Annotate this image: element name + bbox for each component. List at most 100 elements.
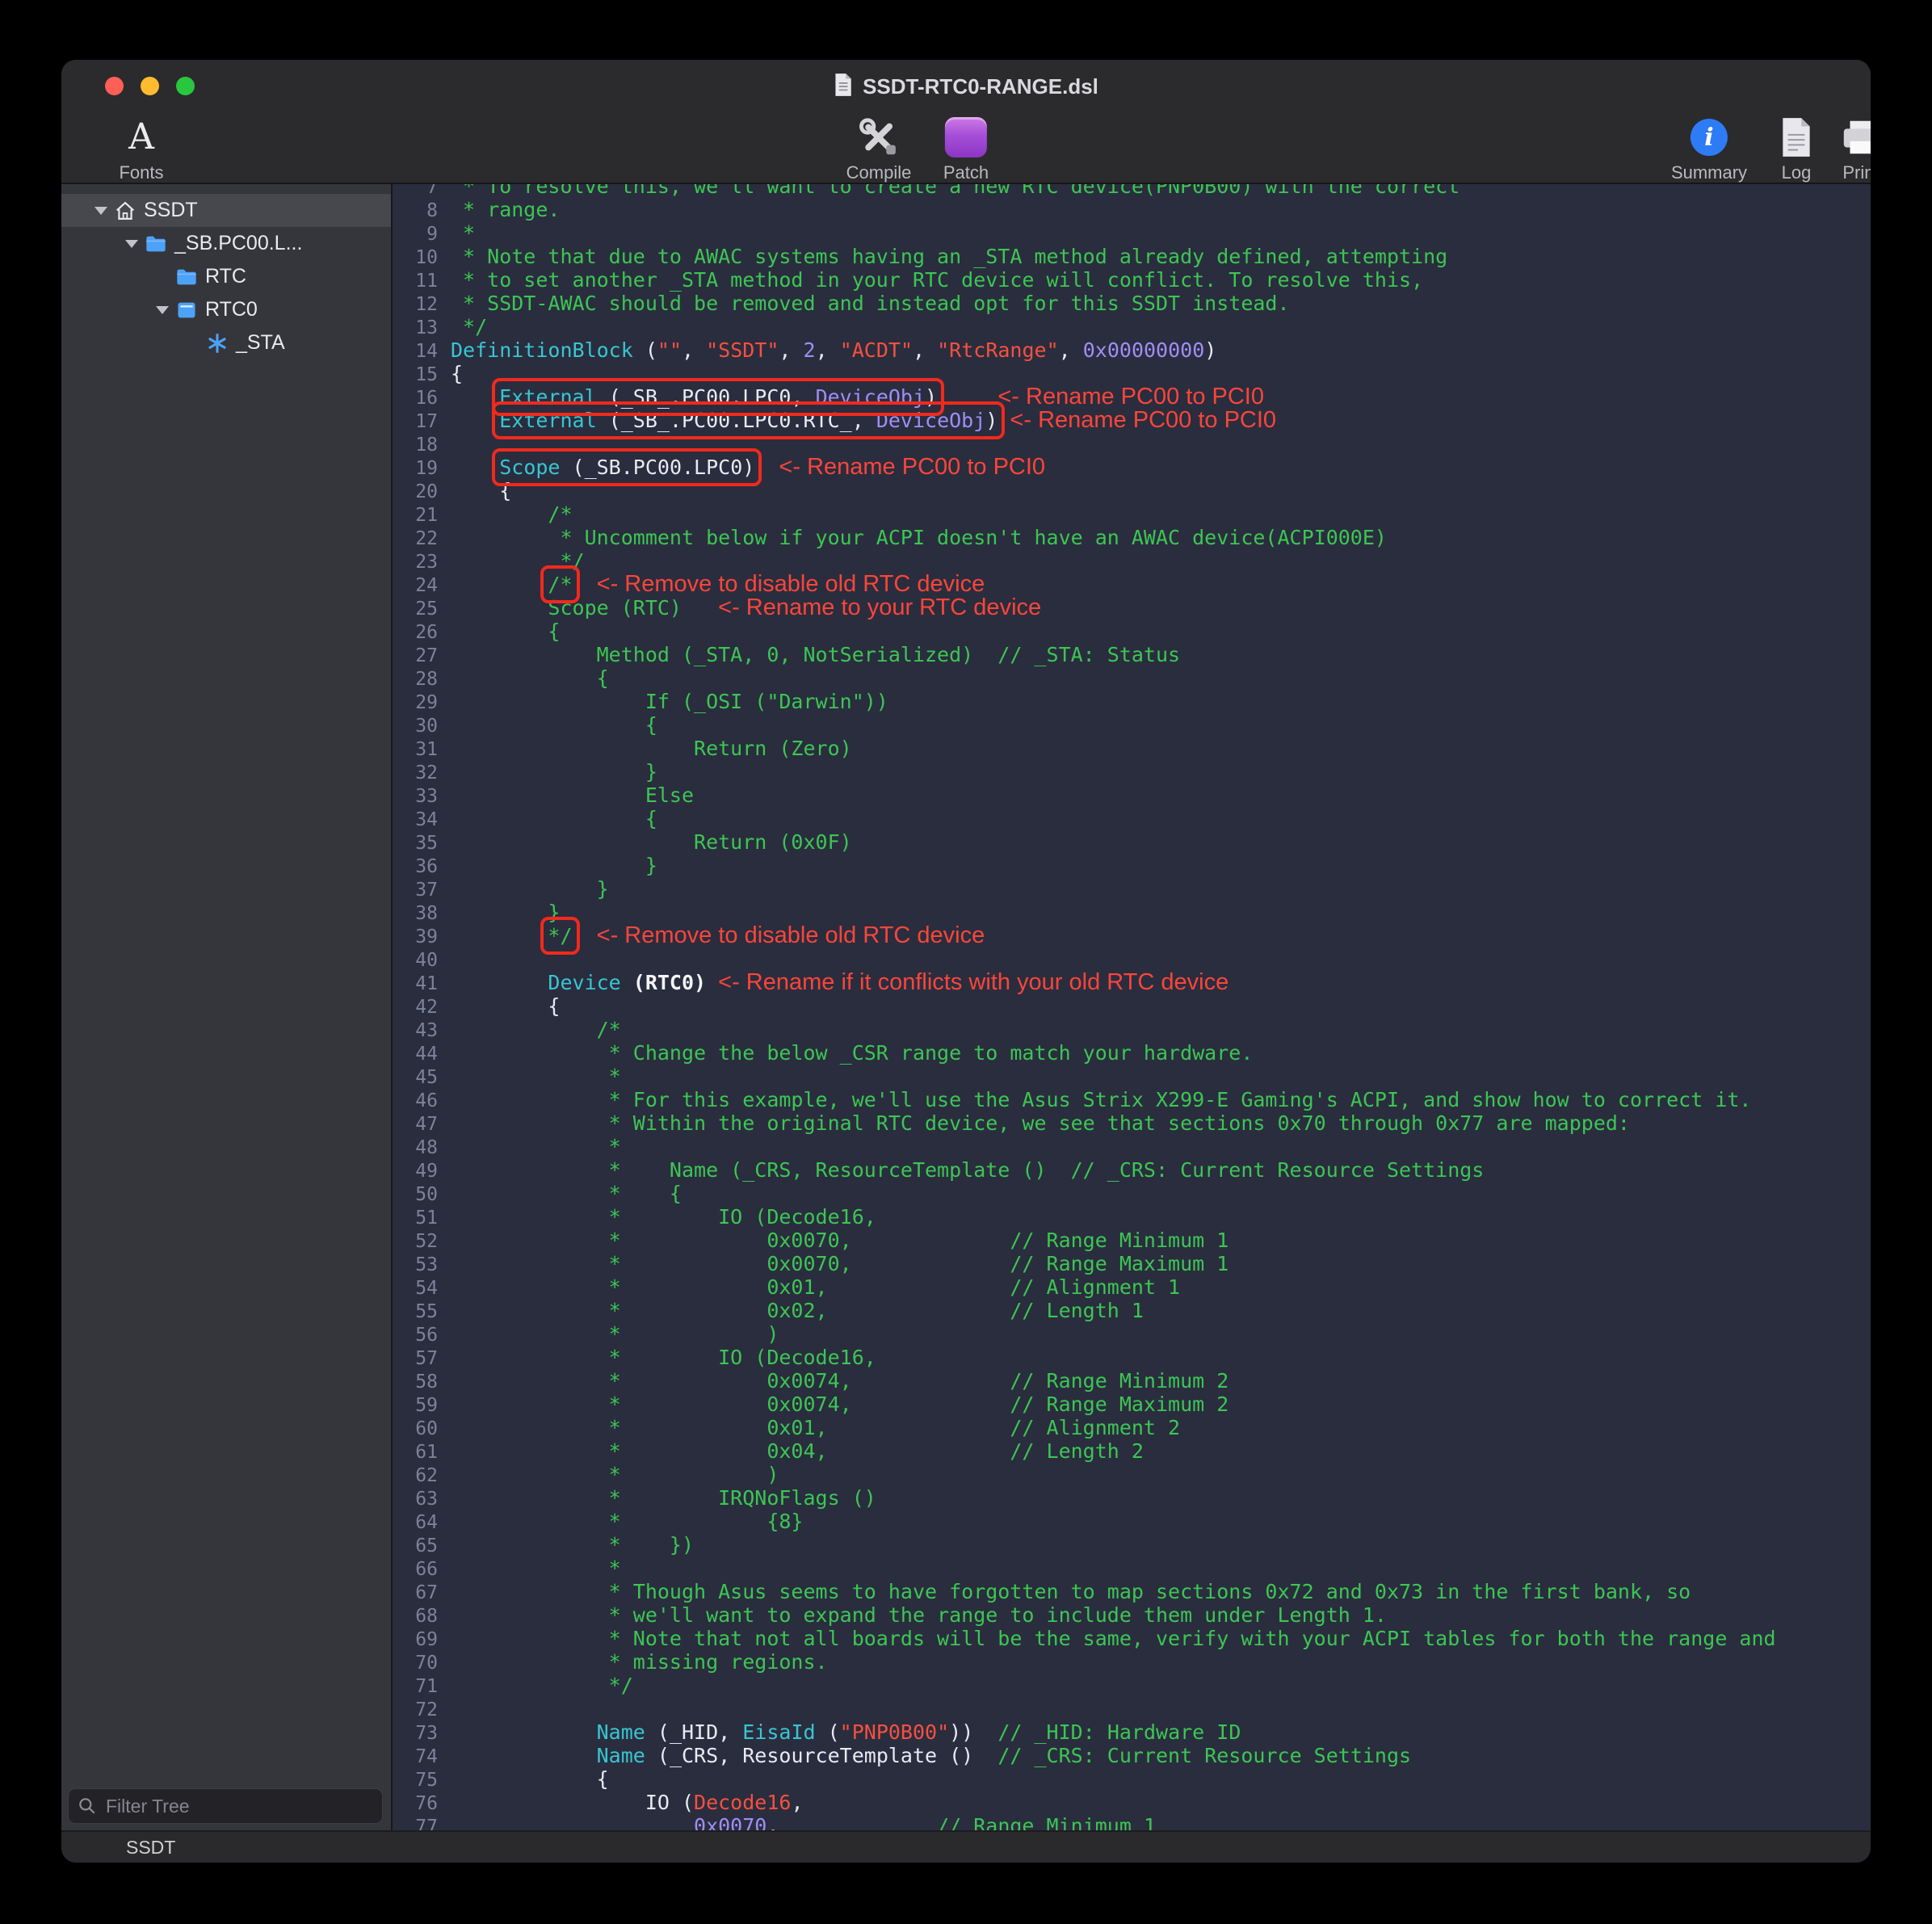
code-line[interactable]: 65 * }) <box>393 1533 1871 1556</box>
code-line[interactable]: 64 * {8} <box>393 1510 1871 1533</box>
code-line[interactable]: 42 { <box>393 994 1871 1018</box>
code-line[interactable]: 72 <box>393 1697 1871 1720</box>
code-line[interactable]: 75 { <box>393 1767 1871 1791</box>
code-line[interactable]: 54 * 0x01, // Alignment 1 <box>393 1275 1871 1299</box>
code-line[interactable]: 41 Device (RTC0) <- Rename if it conflic… <box>393 971 1871 994</box>
sidebar-item-ssdt[interactable]: SSDT <box>61 194 391 227</box>
code-line[interactable]: 73 Name (_HID, EisaId ("PNP0B00")) // _H… <box>393 1720 1871 1744</box>
code-line[interactable]: 66 * <box>393 1556 1871 1580</box>
chevron-down-icon[interactable] <box>90 207 111 215</box>
code-line[interactable]: 76 IO (Decode16, <box>393 1791 1871 1814</box>
print-button[interactable]: Print <box>1839 116 1871 183</box>
code-line[interactable]: 29 If (_OSI ("Darwin")) <box>393 690 1871 713</box>
code-line[interactable]: 28 { <box>393 666 1871 690</box>
code-line[interactable]: 39 */ <- Remove to disable old RTC devic… <box>393 924 1871 947</box>
line-number: 31 <box>393 738 451 762</box>
editor[interactable]: 7 * To resolve this, we'll want to creat… <box>393 184 1871 1830</box>
code-line[interactable]: 57 * IO (Decode16, <box>393 1346 1871 1369</box>
code-line[interactable]: 15{ <box>393 362 1871 385</box>
code-line[interactable]: 60 * 0x01, // Alignment 2 <box>393 1416 1871 1439</box>
code-line[interactable]: 23 */ <box>393 549 1871 573</box>
code-line[interactable]: 49 * Name (_CRS, ResourceTemplate () // … <box>393 1158 1871 1182</box>
code-line[interactable]: 59 * 0x0074, // Range Maximum 2 <box>393 1393 1871 1416</box>
patch-button[interactable]: Patch <box>943 116 989 183</box>
code-line[interactable]: 25 Scope (RTC) <- Rename to your RTC dev… <box>393 596 1871 620</box>
code-line[interactable]: 44 * Change the below _CSR range to matc… <box>393 1041 1871 1065</box>
code-line[interactable]: 48 * <box>393 1135 1871 1158</box>
log-button[interactable]: Log <box>1779 116 1813 183</box>
code-line[interactable]: 14DefinitionBlock ("", "SSDT", 2, "ACDT"… <box>393 338 1871 362</box>
code-line[interactable]: 12 * SSDT-AWAC should be removed and ins… <box>393 292 1871 315</box>
code-line[interactable]: 11 * to set another _STA method in your … <box>393 268 1871 292</box>
code-line[interactable]: 71 */ <box>393 1674 1871 1697</box>
chevron-down-icon[interactable] <box>121 240 142 248</box>
close-button[interactable] <box>105 77 124 95</box>
code-text: * range. <box>451 198 560 221</box>
code-line[interactable]: 47 * Within the original RTC device, we … <box>393 1111 1871 1135</box>
sidebar-item-sb-pc00-l[interactable]: _SB.PC00.L... <box>61 227 391 260</box>
code-line[interactable]: 18 <box>393 432 1871 456</box>
code-line[interactable]: 19 Scope (_SB.PC00.LPC0) <- Rename PC00 … <box>393 456 1871 479</box>
code-line[interactable]: 52 * 0x0070, // Range Minimum 1 <box>393 1229 1871 1252</box>
filter-tree-field[interactable] <box>68 1788 383 1824</box>
code-line[interactable]: 31 Return (Zero) <box>393 737 1871 760</box>
code-line[interactable]: 13 */ <box>393 315 1871 338</box>
minimize-button[interactable] <box>141 77 159 95</box>
code-line[interactable]: 58 * 0x0074, // Range Minimum 2 <box>393 1369 1871 1393</box>
annotation-box: */ <box>548 924 572 947</box>
code-line[interactable]: 69 * Note that not all boards will be th… <box>393 1627 1871 1650</box>
code-line[interactable]: 77 0x0070, // Range Minimum 1 <box>393 1814 1871 1830</box>
code-line[interactable]: 24 /* <- Remove to disable old RTC devic… <box>393 573 1871 596</box>
code-line[interactable]: 27 Method (_STA, 0, NotSerialized) // _S… <box>393 643 1871 666</box>
line-number: 30 <box>393 715 451 738</box>
code-line[interactable]: 74 Name (_CRS, ResourceTemplate () // _C… <box>393 1744 1871 1767</box>
compile-button[interactable]: Compile <box>846 116 912 183</box>
code-line[interactable]: 34 { <box>393 807 1871 830</box>
code-line[interactable]: 9 * <box>393 221 1871 245</box>
filter-tree-input[interactable] <box>104 1795 382 1818</box>
code-line[interactable]: 20 { <box>393 479 1871 502</box>
code-line[interactable]: 26 { <box>393 620 1871 643</box>
code-line[interactable]: 21 /* <box>393 502 1871 526</box>
code-line[interactable]: 68 * we'll want to expand the range to i… <box>393 1603 1871 1627</box>
code-line[interactable]: 62 * ) <box>393 1463 1871 1486</box>
code-line[interactable]: 40 <box>393 947 1871 971</box>
code-line[interactable]: 50 * { <box>393 1182 1871 1205</box>
code-text: * 0x0074, // Range Maximum 2 <box>451 1393 1228 1416</box>
code-line[interactable]: 7 * To resolve this, we'll want to creat… <box>393 184 1871 198</box>
summary-button[interactable]: i Summary <box>1671 116 1747 183</box>
code-line[interactable]: 53 * 0x0070, // Range Maximum 1 <box>393 1252 1871 1275</box>
code-text: } <box>451 854 657 877</box>
line-number: 73 <box>393 1722 451 1745</box>
sidebar-item-rtc0[interactable]: RTC0 <box>61 293 391 326</box>
code-line[interactable]: 51 * IO (Decode16, <box>393 1205 1871 1229</box>
chevron-down-icon[interactable] <box>152 306 173 314</box>
code-line[interactable]: 33 Else <box>393 783 1871 807</box>
code-line[interactable]: 10 * Note that due to AWAC systems havin… <box>393 245 1871 268</box>
annotation-box: Scope (_SB.PC00.LPC0) <box>499 456 754 479</box>
code-line[interactable]: 38 } <box>393 901 1871 924</box>
code-line[interactable]: 61 * 0x04, // Length 2 <box>393 1439 1871 1463</box>
code-line[interactable]: 45 * <box>393 1065 1871 1088</box>
code-line[interactable]: 55 * 0x02, // Length 1 <box>393 1299 1871 1322</box>
code-line[interactable]: 67 * Though Asus seems to have forgotten… <box>393 1580 1871 1603</box>
code-line[interactable]: 8 * range. <box>393 198 1871 221</box>
code-line[interactable]: 35 Return (0x0F) <box>393 830 1871 854</box>
method-icon <box>204 332 231 355</box>
code-line[interactable]: 63 * IRQNoFlags () <box>393 1486 1871 1510</box>
code-line[interactable]: 56 * ) <box>393 1322 1871 1346</box>
code-line[interactable]: 30 { <box>393 713 1871 737</box>
code-line[interactable]: 37 } <box>393 877 1871 901</box>
code-line[interactable]: 16 External (_SB_.PC00.LPC0, DeviceObj) … <box>393 385 1871 409</box>
code-line[interactable]: 36 } <box>393 854 1871 877</box>
sidebar-item-rtc[interactable]: RTC <box>61 260 391 293</box>
code-line[interactable]: 46 * For this example, we'll use the Asu… <box>393 1088 1871 1111</box>
zoom-button[interactable] <box>176 77 195 95</box>
sidebar-item-sta[interactable]: _STA <box>61 326 391 359</box>
code-line[interactable]: 70 * missing regions. <box>393 1650 1871 1674</box>
code-line[interactable]: 43 /* <box>393 1018 1871 1041</box>
code-line[interactable]: 22 * Uncomment below if your ACPI doesn'… <box>393 526 1871 549</box>
code-line[interactable]: 17 External (_SB_.PC00.LPC0.RTC_, Device… <box>393 409 1871 432</box>
fonts-button[interactable]: A Fonts <box>119 116 163 183</box>
code-line[interactable]: 32 } <box>393 760 1871 783</box>
